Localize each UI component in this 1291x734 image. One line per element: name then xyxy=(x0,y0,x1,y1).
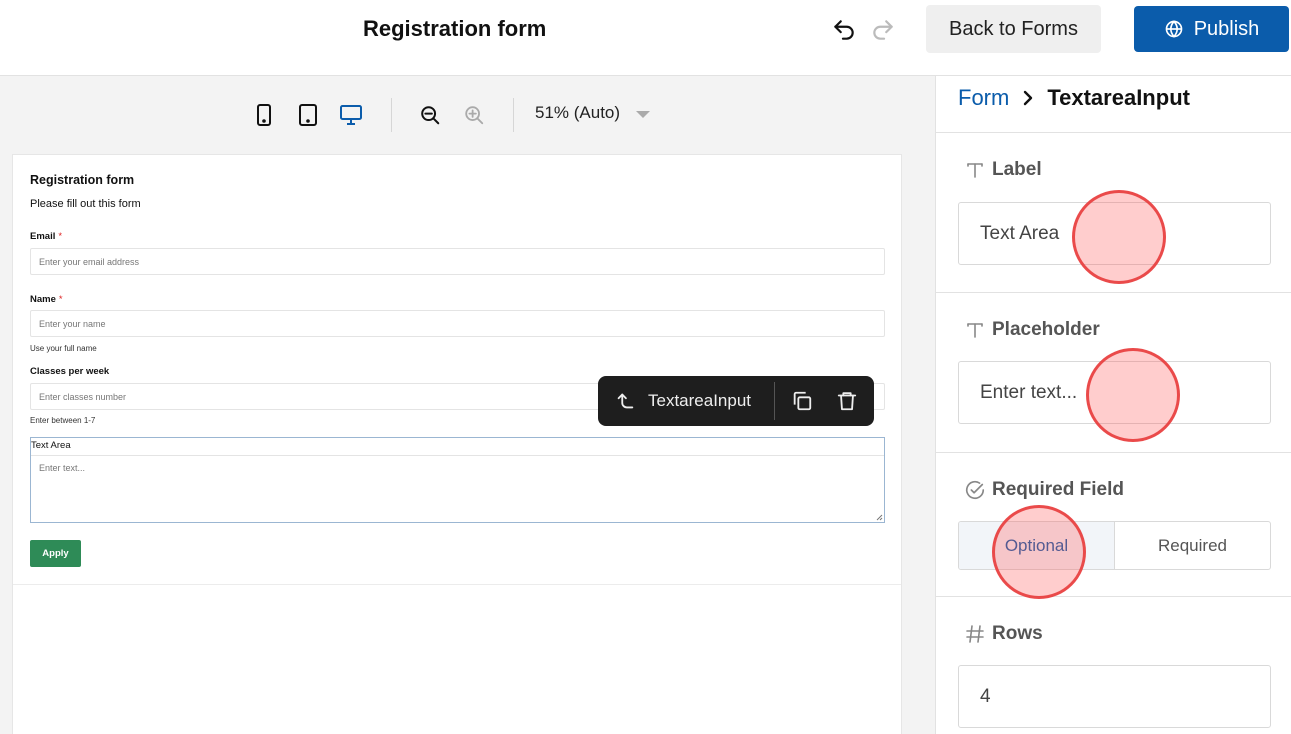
label-input-value: Text Area xyxy=(980,222,1060,244)
form-description: Please fill out this form xyxy=(30,198,141,210)
mobile-view-button[interactable] xyxy=(252,103,276,127)
select-parent-button[interactable]: TextareaInput xyxy=(614,376,751,426)
rows-section: Rows 4 xyxy=(936,596,1291,734)
apply-button[interactable]: Apply xyxy=(30,540,81,567)
arrow-up-left-icon xyxy=(617,393,634,409)
zoom-dropdown[interactable]: 51% (Auto) xyxy=(535,103,651,123)
chevron-down-icon xyxy=(636,110,651,118)
required-section-title: Required Field xyxy=(964,479,1124,501)
zoom-in-button[interactable] xyxy=(462,103,486,127)
component-toolbar: TextareaInput xyxy=(598,376,874,426)
publish-button[interactable]: Publish xyxy=(1134,6,1289,52)
delete-button[interactable] xyxy=(835,389,859,413)
label-title-text: Label xyxy=(992,159,1042,180)
globe-icon xyxy=(1165,20,1183,38)
zoom-level: 51% (Auto) xyxy=(535,103,621,122)
textarea-label: Text Area xyxy=(31,440,71,451)
zoom-in-icon xyxy=(465,106,484,125)
email-label-text: Email xyxy=(30,231,56,242)
tablet-view-button[interactable] xyxy=(296,103,320,127)
label-section-title: Label xyxy=(964,159,1042,181)
label-section: Label Text Area xyxy=(936,132,1291,293)
properties-panel: Form TextareaInput Label Text Area Place… xyxy=(935,76,1291,734)
classes-placeholder: Enter classes number xyxy=(39,392,127,402)
trash-icon xyxy=(837,392,857,411)
placeholder-section-title: Placeholder xyxy=(964,319,1100,341)
rows-title-text: Rows xyxy=(992,623,1043,644)
redo-button[interactable] xyxy=(869,16,897,44)
required-section: Required Field Optional Required xyxy=(936,452,1291,597)
email-field[interactable]: Enter your email address xyxy=(30,248,885,275)
text-icon xyxy=(967,163,983,178)
placeholder-input[interactable]: Enter text... xyxy=(958,361,1271,424)
undo-icon xyxy=(834,20,854,40)
required-title-text: Required Field xyxy=(992,479,1124,500)
breadcrumb: Form TextareaInput xyxy=(958,80,1190,116)
toolbar-divider xyxy=(774,382,775,420)
rows-input[interactable]: 4 xyxy=(958,665,1271,728)
form-preview: Registration form Please fill out this f… xyxy=(12,154,902,734)
check-circle-icon xyxy=(965,480,985,500)
tablet-icon xyxy=(299,104,317,126)
name-field[interactable]: Enter your name xyxy=(30,310,885,337)
label-input[interactable]: Text Area xyxy=(958,202,1271,265)
name-help-text: Use your full name xyxy=(30,344,97,353)
name-label: Name * xyxy=(30,294,63,305)
form-title: Registration form xyxy=(30,173,135,187)
required-star: * xyxy=(58,294,63,305)
textarea-field[interactable]: Enter text... xyxy=(31,455,884,522)
duplicate-button[interactable] xyxy=(790,389,814,413)
redo-icon xyxy=(873,20,893,40)
component-type-label: TextareaInput xyxy=(648,391,752,410)
zoom-out-icon xyxy=(421,106,440,125)
placeholder-title-text: Placeholder xyxy=(992,319,1100,340)
toolbar-divider xyxy=(513,98,514,132)
required-toggle: Optional Required xyxy=(958,521,1271,570)
email-label: Email * xyxy=(30,231,62,242)
chevron-right-icon xyxy=(1024,90,1033,106)
placeholder-section: Placeholder Enter text... xyxy=(936,292,1291,453)
resize-grip-icon[interactable] xyxy=(876,514,883,521)
phone-icon xyxy=(257,104,271,126)
name-label-text: Name xyxy=(30,294,56,305)
back-to-forms-button[interactable]: Back to Forms xyxy=(926,5,1101,53)
rows-section-title: Rows xyxy=(964,623,1043,645)
desktop-view-button[interactable] xyxy=(339,103,363,127)
classes-label: Classes per week xyxy=(30,366,110,377)
top-header: Registration form Back to Forms Publish xyxy=(0,0,1291,76)
breadcrumb-form-link[interactable]: Form xyxy=(958,85,1009,111)
optional-option[interactable]: Optional xyxy=(959,522,1115,569)
text-icon xyxy=(967,323,983,338)
zoom-out-button[interactable] xyxy=(418,103,442,127)
page-title: Registration form xyxy=(363,16,547,41)
textarea-component[interactable]: Text Area Enter text... xyxy=(30,437,885,523)
toolbar-divider xyxy=(391,98,392,132)
breadcrumb-current: TextareaInput xyxy=(1047,85,1190,110)
classes-help-text: Enter between 1-7 xyxy=(30,416,96,425)
email-placeholder: Enter your email address xyxy=(39,257,140,267)
monitor-icon xyxy=(340,105,362,125)
name-placeholder: Enter your name xyxy=(39,319,106,329)
form-card: Registration form Please fill out this f… xyxy=(13,155,901,585)
publish-label: Publish xyxy=(1193,17,1260,40)
hash-icon xyxy=(966,625,984,643)
back-to-forms-label: Back to Forms xyxy=(949,17,1078,40)
required-star: * xyxy=(58,231,63,242)
rows-input-value: 4 xyxy=(980,685,991,707)
undo-button[interactable] xyxy=(830,16,858,44)
copy-icon xyxy=(793,391,812,411)
placeholder-input-value: Enter text... xyxy=(980,381,1078,403)
required-option[interactable]: Required xyxy=(1115,522,1270,569)
textarea-placeholder: Enter text... xyxy=(39,463,86,473)
